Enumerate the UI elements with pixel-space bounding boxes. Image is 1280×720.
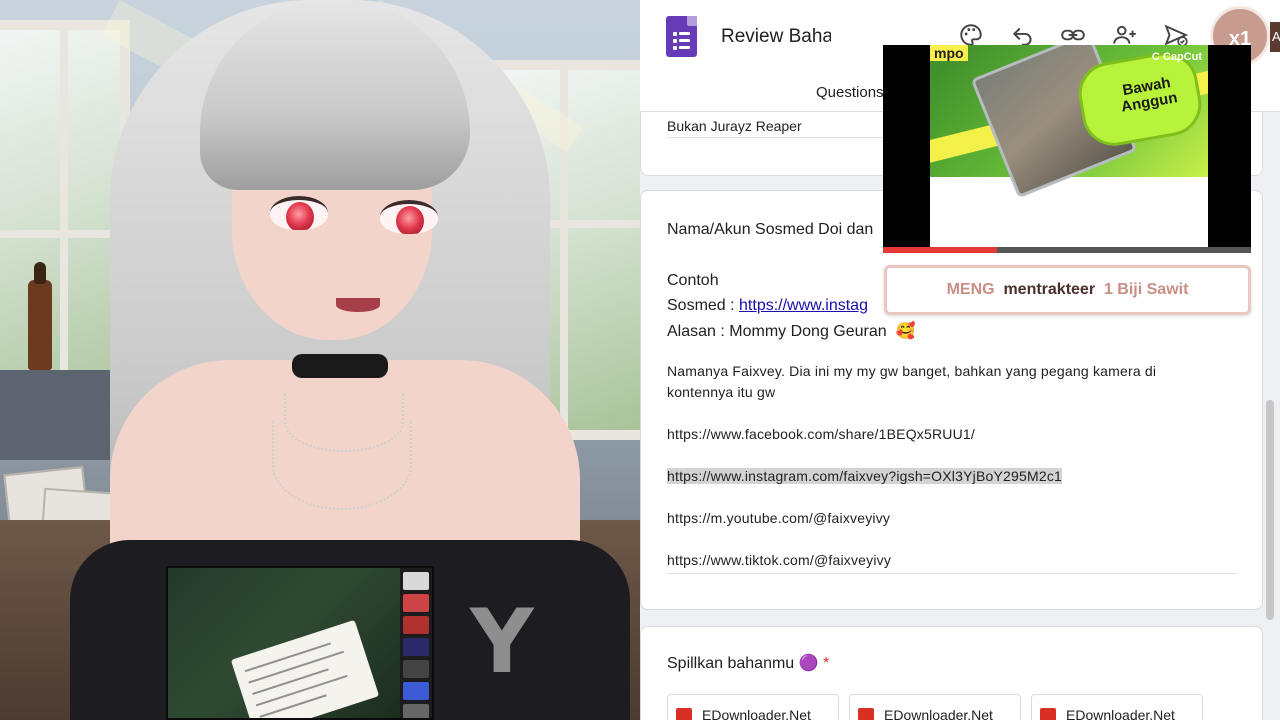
video-frame: Bawah Anggun mpo C CapCut bbox=[930, 45, 1208, 247]
previous-answer-text: Bukan Jurayz Reaper bbox=[667, 118, 802, 134]
answer-youtube-link[interactable]: https://m.youtube.com/@faixveyivy bbox=[667, 508, 1247, 529]
account-avatar[interactable]: A bbox=[1270, 22, 1280, 52]
answer-facebook-link[interactable]: https://www.facebook.com/share/1BEQx5RUU… bbox=[667, 424, 1247, 445]
answer-tiktok-link[interactable]: https://www.tiktok.com/@faixveyivy bbox=[667, 550, 1247, 571]
question-alasan-line: Alasan : Mommy Dong Geuran 🥰 bbox=[667, 322, 916, 340]
file-icon bbox=[676, 708, 692, 720]
heart-face-emoji: 🥰 bbox=[895, 322, 916, 340]
character-left-eye bbox=[270, 196, 328, 230]
character-necklace bbox=[272, 420, 412, 510]
bottle bbox=[28, 280, 52, 370]
video-top-left-text: mpo bbox=[930, 45, 968, 61]
question-card: Nama/Akun Sosmed Doi dan Contoh Sosmed :… bbox=[640, 190, 1263, 610]
answer-line-1: Namanya Faixvey. Dia ini my my gw banget… bbox=[667, 363, 1157, 379]
form-title[interactable]: Review Bahan bbox=[721, 26, 831, 52]
video-overlay: Bawah Anggun mpo C CapCut bbox=[883, 45, 1251, 253]
file-icon bbox=[858, 708, 874, 720]
notebook-paper bbox=[230, 619, 380, 718]
video-progress-bar bbox=[883, 247, 1251, 253]
google-forms-logo-icon[interactable] bbox=[666, 16, 697, 57]
character-choker bbox=[292, 354, 388, 378]
vtuber-scene: Y bbox=[0, 0, 640, 720]
bottle bbox=[34, 262, 46, 284]
file-icon bbox=[1040, 708, 1056, 720]
donation-action: mentrakteer bbox=[1003, 281, 1096, 298]
page-scrollbar[interactable] bbox=[1266, 400, 1274, 620]
camera-feed bbox=[168, 568, 404, 718]
answer-underline bbox=[667, 573, 1237, 574]
camera-thumbnail-strip bbox=[400, 568, 432, 718]
donor-name: MENG bbox=[946, 281, 995, 298]
attachment-chip[interactable]: EDownloader.Net bbox=[667, 694, 839, 720]
question-sosmed-link[interactable]: https://www.instag bbox=[739, 297, 868, 314]
shirt-graphic: Y bbox=[470, 590, 534, 693]
character-mouth bbox=[336, 298, 380, 312]
attachment-chip[interactable]: EDownloader.Net bbox=[849, 694, 1021, 720]
required-mark: * bbox=[823, 655, 830, 672]
donation-item: 1 Biji Sawit bbox=[1103, 281, 1189, 298]
attachment-chip[interactable]: EDownloader.Net bbox=[1031, 694, 1203, 720]
purple-circle-emoji: 🟣 bbox=[798, 655, 819, 672]
spill-question-title: Spillkan bahanmu 🟣 * bbox=[667, 655, 830, 672]
tab-questions[interactable]: Questions bbox=[816, 84, 884, 101]
answer-line-2: kontennya itu gw bbox=[667, 384, 776, 400]
character-right-eye bbox=[380, 200, 438, 234]
answer-instagram-link[interactable]: https://www.instagram.com/faixvey?igsh=O… bbox=[667, 468, 1063, 484]
camera-inset bbox=[166, 566, 434, 720]
video-progress-fill bbox=[883, 247, 998, 253]
capcut-watermark: C CapCut bbox=[1151, 51, 1202, 63]
donation-alert: MENG mentrakteer 1 Biji Sawit bbox=[884, 265, 1251, 315]
